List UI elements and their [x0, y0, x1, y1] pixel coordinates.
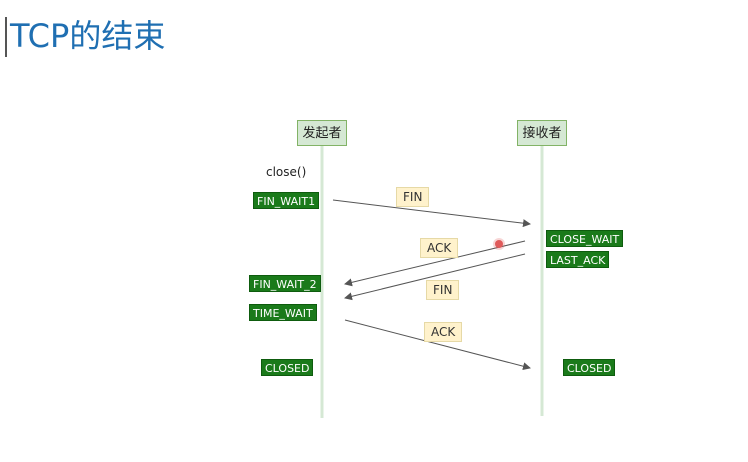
tcp-close-sequence-diagram: 发起者 接收者 close() FIN_WAIT1 FIN_WAIT_2 TIM…	[0, 0, 748, 462]
state-time-wait: TIME_WAIT	[249, 304, 317, 321]
receiver-actor: 接收者	[517, 120, 567, 146]
message-fin-2: FIN	[426, 280, 460, 300]
slide: TCP的结束 发起者 接收者 close() FIN_WAIT1 FIN_WAI…	[0, 0, 748, 462]
message-ack-2: ACK	[424, 322, 463, 342]
message-fin-1: FIN	[396, 187, 430, 207]
state-fin-wait1: FIN_WAIT1	[253, 192, 320, 209]
state-close-wait: CLOSE_WAIT	[546, 230, 624, 247]
initiator-actor: 发起者	[297, 120, 347, 146]
state-initiator-closed: CLOSED	[261, 359, 314, 376]
state-fin-wait2: FIN_WAIT_2	[249, 275, 321, 292]
message-ack-1: ACK	[420, 238, 459, 258]
fin-arrow-1	[332, 199, 531, 228]
sequence-lines	[320, 146, 544, 418]
pointer-cursor-icon	[495, 240, 503, 248]
state-last-ack: LAST_ACK	[546, 251, 610, 268]
close-call-note: close()	[266, 165, 307, 179]
state-receiver-closed: CLOSED	[563, 359, 616, 376]
